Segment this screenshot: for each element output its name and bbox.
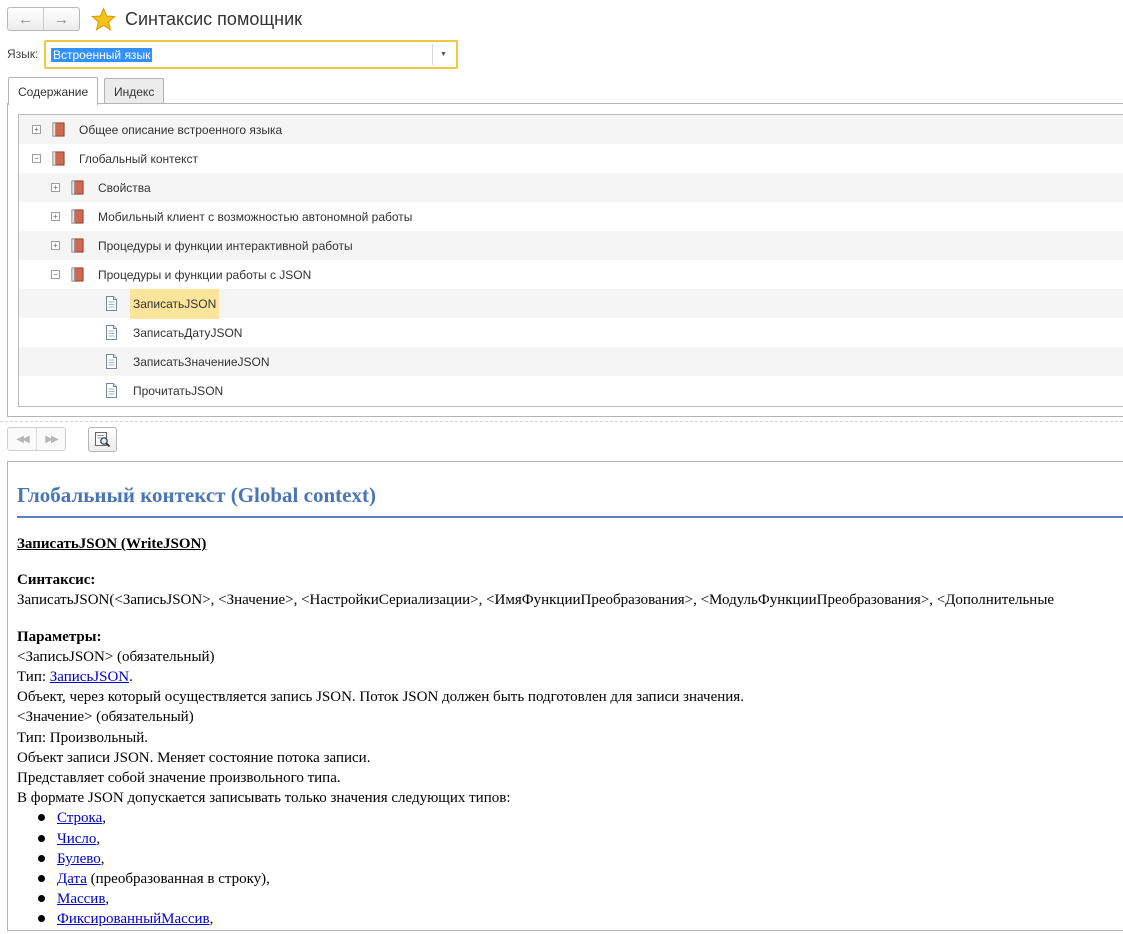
allowed-types-list: Строка, Число, Булево, Дата (преобразованна… [17, 808, 1123, 929]
find-in-tree-button[interactable] [88, 427, 117, 452]
expand-icon[interactable]: + [51, 241, 60, 250]
param-type-prefix: Тип: [17, 669, 50, 686]
book-icon [52, 151, 66, 166]
tree-item[interactable]: − Глобальный контекст [19, 144, 1123, 173]
type-suffix: , [209, 911, 214, 928]
page-icon [105, 325, 118, 340]
previous-topic-button[interactable]: ◀◀ [8, 428, 36, 450]
tree-item-label[interactable]: ЗаписатьЗначениеJSON [130, 353, 273, 371]
param-description: Объект, через который осуществляется зап… [17, 689, 744, 706]
collapse-icon[interactable]: − [32, 154, 41, 163]
param-name: <ЗаписьJSON> (обязательный) [17, 648, 215, 665]
help-content: Глобальный контекст (Global context) Зап… [7, 461, 1123, 931]
book-icon [71, 180, 85, 195]
page-icon [105, 383, 118, 398]
language-value[interactable]: Встроенный язык [51, 48, 153, 62]
content-title: Глобальный контекст (Global context) [17, 483, 376, 507]
tree-item-label[interactable]: Общее описание встроенного языка [76, 121, 285, 139]
type-link[interactable]: Число [57, 831, 96, 847]
collapse-icon[interactable]: − [51, 270, 60, 279]
syntax-text: ЗаписатьJSON(<ЗаписьJSON>, <Значение>, <… [17, 592, 1055, 609]
param-description: Объект записи JSON. Меняет состояние пот… [17, 749, 371, 766]
double-left-icon: ◀◀ [16, 433, 29, 445]
tree-item[interactable]: ЗаписатьЗначениеJSON [19, 347, 1123, 376]
type-link[interactable]: Строка [57, 810, 102, 826]
param-description: В формате JSON допускается записывать то… [17, 790, 511, 807]
find-in-tree-icon [95, 432, 111, 448]
tree-item[interactable]: + Процедуры и функции интерактивной работ… [19, 231, 1123, 260]
expand-icon[interactable]: + [51, 183, 60, 192]
history-navigation: ◀◀ ▶▶ [7, 427, 66, 451]
language-combobox[interactable]: Встроенный язык ▼ [44, 40, 458, 69]
type-suffix: , [102, 810, 107, 827]
window-title: Синтаксис помощник [125, 9, 303, 29]
type-suffix: , [100, 850, 105, 867]
tree-item-label[interactable]: Свойства [95, 179, 154, 197]
type-suffix: , [105, 891, 110, 908]
tree-item-label[interactable]: Мобильный клиент с возможностью автономн… [95, 208, 415, 226]
language-dropdown-button[interactable]: ▼ [432, 44, 454, 65]
param-type: Тип: Произвольный. [17, 729, 149, 746]
forward-button[interactable]: → [43, 8, 79, 30]
arrow-left-icon: ← [18, 10, 33, 28]
tree-item-label[interactable]: Процедуры и функции работы с JSON [95, 266, 314, 284]
arrow-right-icon: → [54, 10, 69, 28]
param-description: Представляет собой значение произвольног… [17, 770, 341, 787]
type-list-item: Дата (преобразованная в строку), [38, 869, 1123, 889]
page-icon [105, 296, 118, 311]
type-list-item: Массив, [38, 889, 1123, 909]
chevron-down-icon: ▼ [440, 51, 447, 58]
book-icon [52, 122, 66, 137]
type-list-item: Число, [38, 829, 1123, 849]
tree-item-label[interactable]: ПрочитатьJSON [130, 382, 226, 400]
tree-item[interactable]: − Процедуры и функции работы с JSON [19, 260, 1123, 289]
param-type: Тип: ЗаписьJSON. [17, 667, 1123, 687]
type-link-zapisjson[interactable]: ЗаписьJSON [50, 669, 129, 685]
expand-icon[interactable]: + [51, 212, 60, 221]
title-divider [17, 516, 1123, 518]
type-list-item: Булево, [38, 849, 1123, 869]
tree-item[interactable]: ЗаписатьJSON [19, 288, 1123, 319]
tree-item[interactable]: + Общее описание встроенного языка [19, 115, 1123, 144]
syntax-heading: Синтаксис: [17, 572, 96, 589]
type-link[interactable]: Массив [57, 891, 105, 907]
contents-tree[interactable]: + Общее описание встроенного языка − Глобал… [18, 114, 1123, 407]
expand-icon[interactable]: + [32, 125, 41, 134]
tab-index[interactable]: Индекс [104, 78, 165, 104]
page-icon [105, 354, 118, 369]
tree-item[interactable]: ЗаписатьДатуJSON [19, 318, 1123, 347]
book-icon [71, 267, 85, 282]
navigation-buttons: ← → [7, 7, 80, 31]
double-right-icon: ▶▶ [45, 433, 58, 445]
type-link[interactable]: Дата [57, 871, 87, 887]
type-list-item: ФиксированныйМассив, [38, 909, 1123, 929]
type-suffix: , [96, 830, 101, 847]
tree-item[interactable]: + Свойства [19, 173, 1123, 202]
language-label: Язык: [7, 47, 39, 61]
title-bar: ← → Синтаксис помощник [0, 0, 1123, 38]
next-topic-button[interactable]: ▶▶ [36, 428, 65, 450]
type-link[interactable]: Булево [57, 851, 101, 867]
tree-item-label[interactable]: Глобальный контекст [76, 150, 201, 168]
params-heading: Параметры: [17, 628, 102, 645]
function-name: ЗаписатьJSON (WriteJSON) [17, 536, 207, 552]
tree-item[interactable]: ПрочитатьJSON [19, 376, 1123, 405]
tree-item[interactable]: + Мобильный клиент с возможностью автоном… [19, 202, 1123, 231]
splitter[interactable] [0, 421, 1123, 422]
tree-item-label[interactable]: Процедуры и функции интерактивной работы [95, 237, 356, 255]
type-list-item: Строка, [38, 808, 1123, 828]
param-name: <Значение> (обязательный) [17, 709, 194, 726]
favorite-star-icon[interactable] [91, 7, 116, 32]
param-type-suffix: . [129, 669, 133, 686]
tree-item-label[interactable]: ЗаписатьДатуJSON [130, 324, 245, 342]
type-link[interactable]: ФиксированныйМассив [57, 911, 210, 927]
type-suffix: (преобразованная в строку), [86, 871, 270, 888]
tab-contents[interactable]: Содержание [8, 77, 99, 105]
book-icon [71, 238, 85, 253]
back-button[interactable]: ← [8, 8, 43, 30]
tree-item-label[interactable]: ЗаписатьJSON [130, 288, 220, 319]
book-icon [71, 209, 85, 224]
